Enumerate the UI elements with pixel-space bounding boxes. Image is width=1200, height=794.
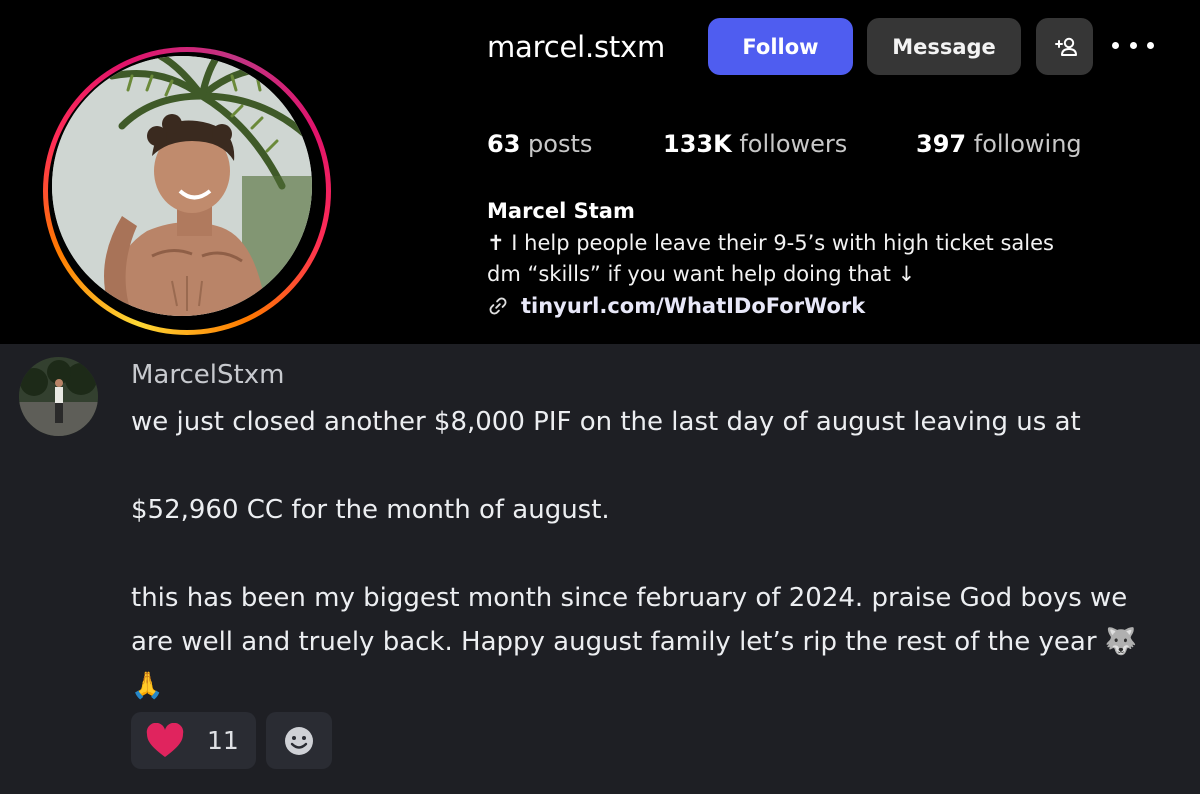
avatar-image <box>52 56 312 316</box>
bio-link-text[interactable]: tinyurl.com/WhatIDoForWork <box>521 294 865 318</box>
message-author-name[interactable]: MarcelStxm <box>131 357 284 393</box>
smiley-icon <box>285 726 313 755</box>
followers-label: followers <box>739 130 848 158</box>
posts-label: posts <box>528 130 593 158</box>
message-line-6: are well and truely back. Happy august f… <box>131 627 1138 657</box>
reactions-bar: 11 <box>131 712 332 769</box>
heart-reaction[interactable]: 11 <box>131 712 256 769</box>
message-body: we just closed another $8,000 PIF on the… <box>131 400 1181 708</box>
message-button[interactable]: Message <box>867 18 1021 75</box>
follow-button[interactable]: Follow <box>708 18 853 75</box>
message-line-1: we just closed another $8,000 PIF on the… <box>131 407 1081 437</box>
add-user-button[interactable] <box>1036 18 1093 75</box>
wolf-emoji: 🐺 <box>1104 627 1138 657</box>
chat-message: MarcelStxm we just closed another $8,000… <box>0 344 1200 794</box>
bio-line-2: dm “skills” if you want help doing that … <box>487 262 916 286</box>
message-line-3: $52,960 CC for the month of august. <box>131 495 610 525</box>
message-author-avatar[interactable] <box>19 357 98 436</box>
add-user-icon <box>1054 37 1077 56</box>
bio-link[interactable]: tinyurl.com/WhatIDoForWork <box>487 290 865 322</box>
bio-line-1: ✝ I help people leave their 9-5’s with h… <box>487 231 1054 255</box>
following-label: following <box>973 130 1082 158</box>
heart-icon <box>146 722 184 757</box>
posts-count: 63 <box>487 130 521 158</box>
message-blank-line <box>131 532 1181 576</box>
profile-full-name: Marcel Stam <box>487 199 635 223</box>
more-options-icon[interactable] <box>1112 30 1154 60</box>
profile-header: marcel.stxm Follow Message 63 posts 133K… <box>0 0 1200 344</box>
message-line-7: 🙏 <box>131 664 1181 708</box>
link-icon <box>489 297 507 315</box>
profile-username: marcel.stxm <box>487 30 666 64</box>
followers-stat[interactable]: 133K followers <box>663 126 847 162</box>
message-line-5: this has been my biggest month since feb… <box>131 583 1128 613</box>
profile-avatar[interactable] <box>43 47 331 335</box>
posts-stat: 63 posts <box>487 126 592 162</box>
followers-count: 133K <box>663 130 732 158</box>
author-avatar-image <box>19 357 98 436</box>
following-count: 397 <box>916 130 967 158</box>
pray-emoji: 🙏 <box>131 671 164 701</box>
avatar-photo <box>52 56 312 316</box>
following-stat[interactable]: 397 following <box>916 126 1082 162</box>
reaction-count: 11 <box>207 726 239 755</box>
add-reaction-button[interactable] <box>266 712 332 769</box>
message-blank-line <box>131 444 1181 488</box>
